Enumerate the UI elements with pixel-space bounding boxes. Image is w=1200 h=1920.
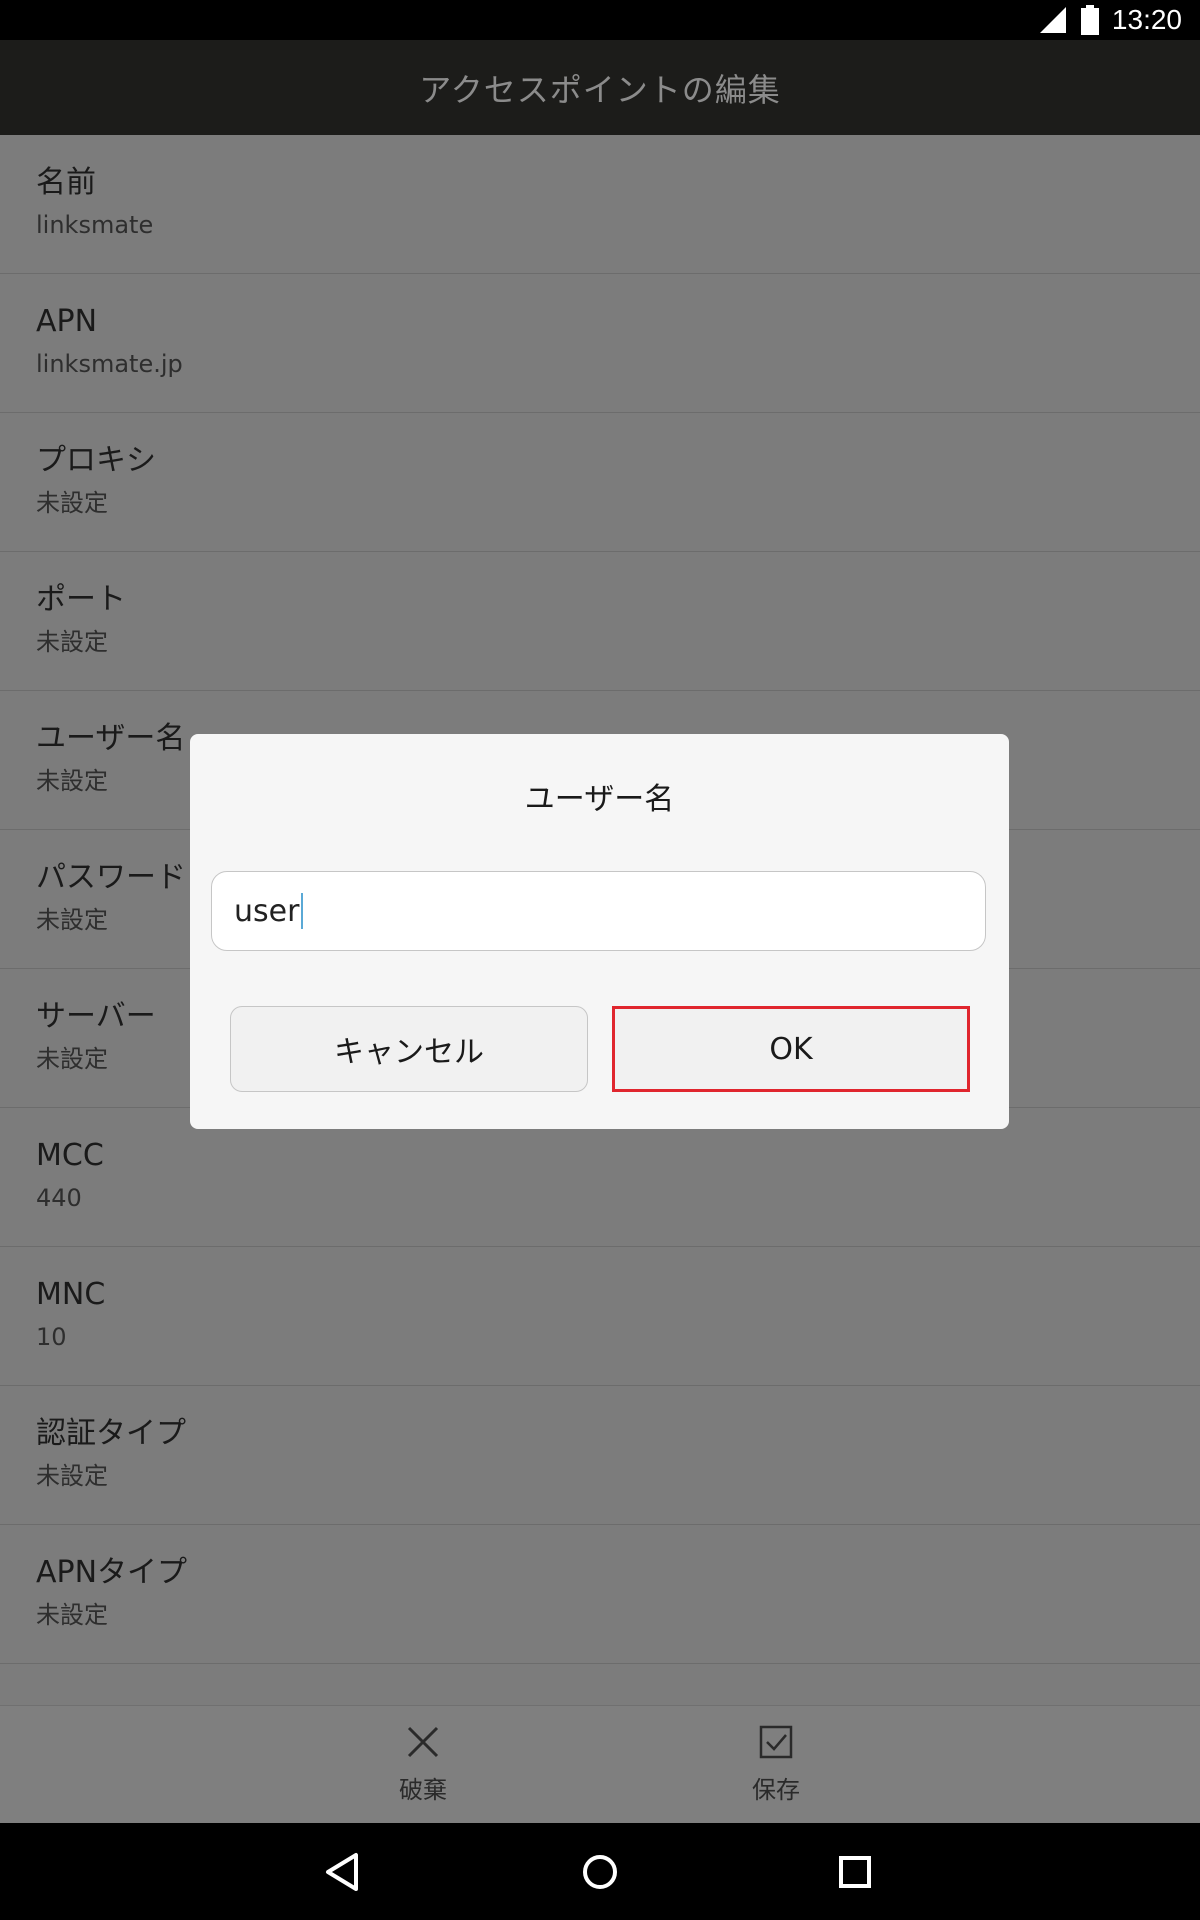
recent-apps-icon[interactable] bbox=[830, 1847, 880, 1897]
save-label: 保存 bbox=[752, 1776, 800, 1804]
text-caret bbox=[301, 893, 304, 929]
setting-value: linksmate.jp bbox=[36, 350, 183, 378]
setting-title: ポート bbox=[36, 582, 126, 617]
username-input-value: user bbox=[234, 893, 300, 929]
discard-button[interactable]: 破棄 bbox=[363, 1722, 483, 1805]
back-icon[interactable] bbox=[318, 1847, 368, 1897]
setting-title: 認証タイプ bbox=[36, 1416, 186, 1451]
setting-row-apn-type[interactable]: APNタイプ 未設定 bbox=[0, 1525, 1200, 1664]
setting-row-apn[interactable]: APN linksmate.jp bbox=[0, 274, 1200, 413]
app-bar: アクセスポイントの編集 bbox=[0, 40, 1200, 135]
setting-title: MCC bbox=[36, 1138, 104, 1173]
setting-row-mnc[interactable]: MNC 10 bbox=[0, 1247, 1200, 1386]
home-icon[interactable] bbox=[575, 1847, 625, 1897]
setting-title: MNC bbox=[36, 1277, 106, 1312]
dialog-title: ユーザー名 bbox=[524, 782, 675, 817]
setting-value: 未設定 bbox=[36, 628, 108, 656]
cancel-button[interactable]: キャンセル bbox=[230, 1006, 588, 1092]
setting-value: linksmate bbox=[36, 211, 154, 239]
navigation-bar bbox=[0, 1823, 1200, 1920]
bottom-action-bar: 破棄 保存 bbox=[0, 1705, 1200, 1824]
setting-row-proxy[interactable]: プロキシ 未設定 bbox=[0, 413, 1200, 552]
setting-row-port[interactable]: ポート 未設定 bbox=[0, 552, 1200, 691]
discard-label: 破棄 bbox=[399, 1776, 447, 1804]
battery-icon bbox=[1080, 5, 1099, 35]
save-button[interactable]: 保存 bbox=[716, 1722, 836, 1805]
setting-value: 未設定 bbox=[36, 1601, 108, 1629]
setting-title: APNタイプ bbox=[36, 1555, 188, 1590]
username-dialog: ユーザー名 user キャンセル OK bbox=[190, 734, 1009, 1129]
setting-value: 未設定 bbox=[36, 1462, 108, 1490]
username-input[interactable]: user bbox=[211, 871, 986, 951]
setting-title: プロキシ bbox=[36, 443, 156, 478]
ok-button[interactable]: OK bbox=[612, 1006, 970, 1092]
page-title: アクセスポイントの編集 bbox=[419, 70, 781, 109]
checkbox-check-icon bbox=[759, 1725, 793, 1759]
close-icon bbox=[407, 1726, 439, 1758]
signal-icon bbox=[1039, 7, 1066, 33]
setting-value: 440 bbox=[36, 1184, 82, 1212]
setting-title: 名前 bbox=[36, 165, 96, 200]
setting-title: APN bbox=[36, 304, 98, 339]
status-time: 13:20 bbox=[1111, 4, 1182, 35]
setting-value: 10 bbox=[36, 1323, 67, 1351]
status-bar: 13:20 bbox=[0, 0, 1200, 40]
setting-row-auth-type[interactable]: 認証タイプ 未設定 bbox=[0, 1386, 1200, 1525]
setting-value: 未設定 bbox=[36, 489, 108, 517]
setting-row-name[interactable]: 名前 linksmate bbox=[0, 135, 1200, 274]
